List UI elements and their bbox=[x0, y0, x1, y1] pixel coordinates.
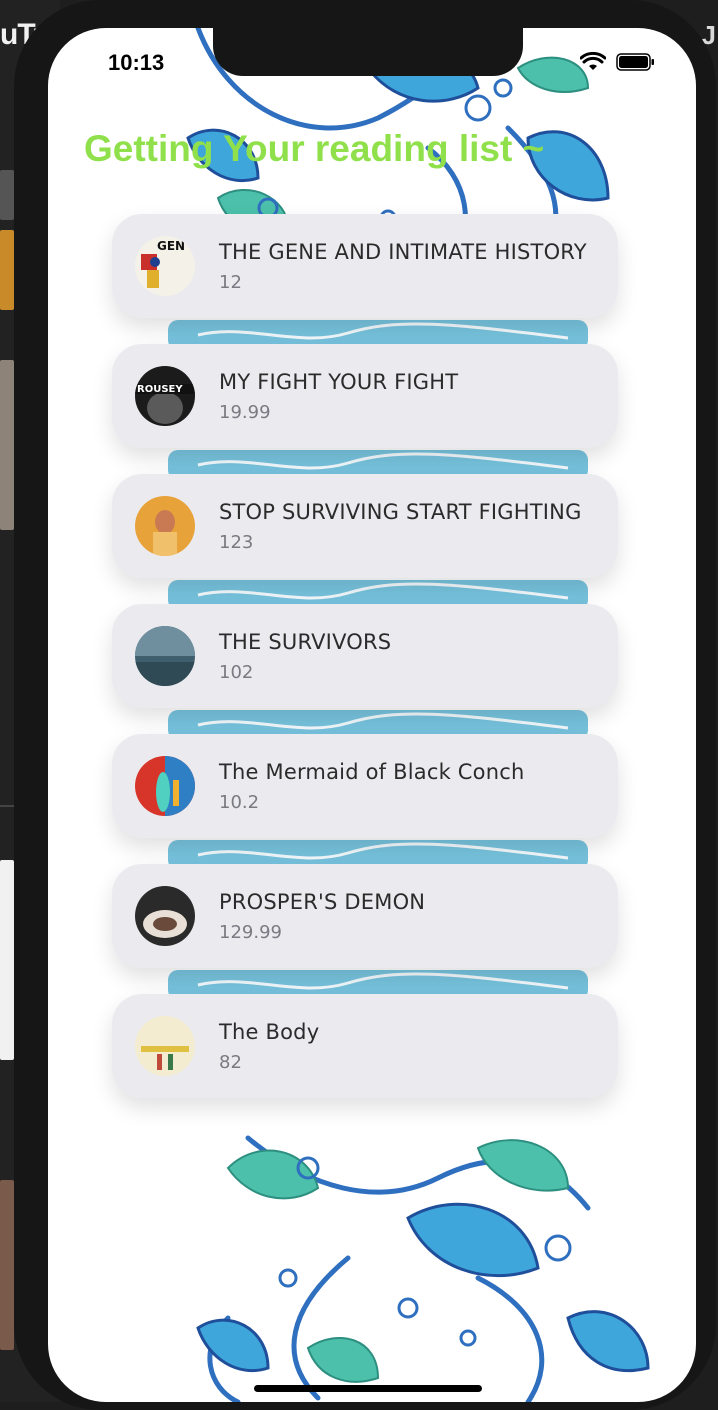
list-item[interactable]: The Body 82 bbox=[112, 994, 618, 1098]
book-price: 19.99 bbox=[219, 401, 271, 423]
phone-frame: 10:13 Getting Your reading list ~ GEN TH… bbox=[14, 0, 716, 1410]
wifi-icon bbox=[580, 52, 606, 70]
background-thumbnail bbox=[0, 1180, 14, 1350]
svg-text:ROUSEY: ROUSEY bbox=[137, 384, 183, 395]
book-title: MY FIGHT YOUR FIGHT bbox=[219, 369, 459, 394]
list-item[interactable]: GEN THE GENE AND INTIMATE HISTORY 12 bbox=[112, 214, 618, 318]
battery-icon bbox=[616, 53, 654, 71]
list-item[interactable]: STOP SURVIVING START FIGHTING 123 bbox=[112, 474, 618, 578]
book-price: 129.99 bbox=[219, 921, 282, 943]
list-item[interactable]: The Mermaid of Black Conch 10.2 bbox=[112, 734, 618, 838]
book-title: The Body bbox=[219, 1019, 320, 1044]
list-item[interactable]: THE SURVIVORS 102 bbox=[112, 604, 618, 708]
book-cover bbox=[135, 1016, 195, 1076]
book-title: THE GENE AND INTIMATE HISTORY bbox=[219, 239, 587, 264]
book-price: 82 bbox=[219, 1051, 242, 1073]
book-cover bbox=[135, 496, 195, 556]
book-cover bbox=[135, 756, 195, 816]
book-price: 12 bbox=[219, 271, 242, 293]
book-title: STOP SURVIVING START FIGHTING bbox=[219, 499, 582, 524]
svg-text:GEN: GEN bbox=[157, 239, 185, 253]
background-thumbnail bbox=[0, 860, 14, 1060]
book-title: The Mermaid of Black Conch bbox=[219, 759, 525, 784]
list-item[interactable]: ROUSEY MY FIGHT YOUR FIGHT 19.99 bbox=[112, 344, 618, 448]
notch bbox=[213, 28, 523, 76]
background-thumbnail bbox=[0, 170, 14, 220]
background-thumbnail bbox=[0, 230, 14, 310]
book-title: THE SURVIVORS bbox=[219, 629, 392, 654]
list-item[interactable]: PROSPER'S DEMON 129.99 bbox=[112, 864, 618, 968]
status-time: 10:13 bbox=[108, 50, 165, 75]
status-icons bbox=[580, 52, 656, 72]
background-divider bbox=[0, 805, 14, 807]
home-indicator[interactable] bbox=[254, 1385, 482, 1392]
background-thumbnail bbox=[0, 360, 14, 530]
book-title: PROSPER'S DEMON bbox=[219, 889, 426, 914]
book-cover bbox=[135, 886, 195, 946]
book-cover: ROUSEY bbox=[135, 366, 195, 426]
app-screen: 10:13 Getting Your reading list ~ GEN TH… bbox=[48, 28, 696, 1402]
book-price: 10.2 bbox=[219, 791, 260, 813]
book-price: 123 bbox=[219, 531, 254, 553]
book-price: 102 bbox=[219, 661, 254, 683]
book-cover bbox=[135, 626, 195, 686]
book-cover: GEN bbox=[135, 236, 195, 296]
page-title: Getting Your reading list ~ bbox=[84, 128, 545, 169]
